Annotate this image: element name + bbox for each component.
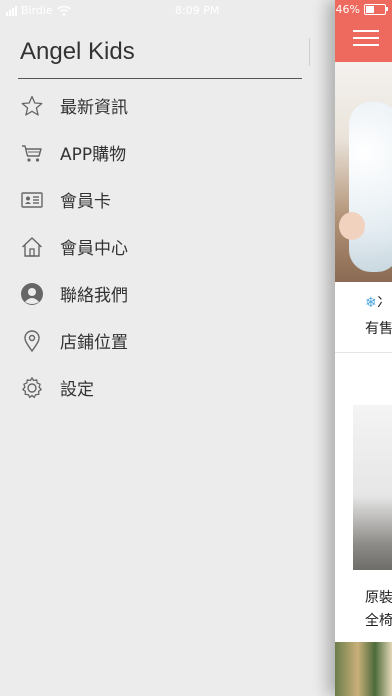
menu-item-contact-us[interactable]: 聯絡我們 — [0, 270, 335, 317]
battery-icon — [364, 4, 388, 15]
battery-percent: 46% — [335, 3, 360, 16]
menu-label: 店鋪位置 — [60, 333, 128, 353]
menu-label: 會員卡 — [60, 192, 111, 212]
drawer-menu: 最新資訊 APP購物 會員卡 會員中心 聯絡我們 店鋪位置 設定 — [0, 82, 335, 411]
product-image[interactable] — [335, 642, 392, 696]
battery-info: 46% — [335, 3, 388, 16]
drawer-header: Angel Kids — [18, 38, 302, 79]
status-bar: Birdie 8:09 PM 46% — [0, 0, 392, 20]
menu-label: 聯絡我們 — [60, 286, 128, 306]
menu-label: 最新資訊 — [60, 98, 128, 118]
menu-item-app-shopping[interactable]: APP購物 — [0, 129, 335, 176]
product-subtitle: 全椅 — [365, 613, 392, 629]
location-pin-icon — [24, 329, 40, 352]
status-time: 8:09 PM — [175, 4, 220, 17]
menu-label: 設定 — [60, 380, 94, 400]
gear-icon — [22, 376, 42, 398]
star-icon — [21, 95, 43, 116]
app-title: Angel Kids — [20, 38, 135, 65]
cart-icon — [22, 144, 42, 162]
product-title[interactable]: 原裝 — [365, 587, 392, 607]
header-divider — [309, 38, 310, 66]
product-subtitle: 有售 — [365, 321, 392, 337]
carrier-name: Birdie — [21, 4, 53, 17]
signal-icon — [6, 5, 17, 16]
hamburger-menu-icon[interactable] — [353, 30, 379, 46]
product-title[interactable]: ❄冫 — [365, 292, 391, 312]
menu-item-store-location[interactable]: 店鋪位置 — [0, 317, 335, 364]
card-divider — [335, 352, 392, 353]
snowflake-icon: ❄ — [365, 295, 377, 311]
contact-person-icon — [21, 282, 43, 305]
menu-item-member-center[interactable]: 會員中心 — [0, 223, 335, 270]
menu-label: APP購物 — [60, 145, 127, 165]
menu-item-settings[interactable]: 設定 — [0, 364, 335, 411]
menu-label: 會員中心 — [60, 239, 128, 259]
product-image[interactable] — [335, 62, 392, 282]
carrier-info: Birdie — [6, 4, 71, 17]
member-card-icon — [21, 191, 43, 208]
menu-item-news[interactable]: 最新資訊 — [0, 82, 335, 129]
wifi-icon — [57, 5, 71, 16]
home-icon — [22, 236, 42, 257]
side-drawer: Angel Kids 最新資訊 APP購物 會員卡 會員中心 聯絡我們 店鋪位置… — [0, 0, 335, 696]
main-content-panel[interactable]: ❄冫 有售 原裝 全椅 — [335, 0, 392, 696]
menu-item-member-card[interactable]: 會員卡 — [0, 176, 335, 223]
product-image[interactable] — [353, 405, 392, 570]
